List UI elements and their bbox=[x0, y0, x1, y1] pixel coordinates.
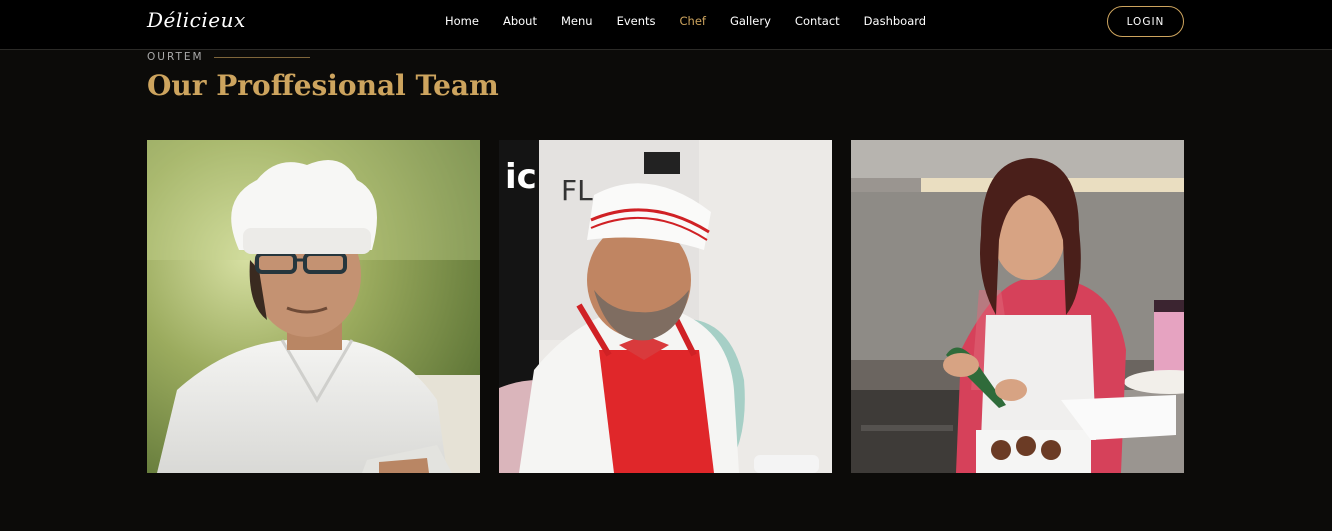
nav-item-home[interactable]: Home bbox=[433, 13, 491, 29]
svg-text:FL: FL bbox=[561, 174, 593, 207]
svg-text:ic: ic bbox=[505, 157, 537, 197]
nav-item-contact[interactable]: Contact bbox=[783, 13, 852, 29]
section-title: Our Proffesional Team bbox=[147, 69, 499, 102]
nav-item-menu[interactable]: Menu bbox=[549, 13, 605, 29]
nav-item-events[interactable]: Events bbox=[605, 13, 668, 29]
chef-portrait-photo bbox=[147, 140, 480, 473]
team-member-card[interactable]: ic FL bbox=[499, 140, 832, 473]
team-member-card[interactable] bbox=[147, 140, 480, 473]
nav-item-gallery[interactable]: Gallery bbox=[718, 13, 783, 29]
main-nav: Home About Menu Events Chef Gallery Cont… bbox=[433, 13, 938, 29]
nav-item-chef[interactable]: Chef bbox=[668, 13, 718, 29]
nav-item-dashboard[interactable]: Dashboard bbox=[852, 13, 938, 29]
site-logo[interactable]: Délicieux bbox=[147, 8, 246, 32]
section-eyebrow-text: OURTEM bbox=[147, 51, 204, 63]
section-eyebrow: OURTEM bbox=[147, 51, 310, 63]
eyebrow-divider bbox=[213, 56, 310, 58]
nav-item-about[interactable]: About bbox=[491, 13, 549, 29]
pastry-chef-photo bbox=[851, 140, 1184, 473]
header-navbar: Délicieux Home About Menu Events Chef Ga… bbox=[0, 0, 1332, 50]
team-member-card[interactable] bbox=[851, 140, 1184, 473]
login-button[interactable]: LOGIN bbox=[1107, 6, 1184, 37]
chef-red-apron-photo: ic FL bbox=[499, 140, 832, 473]
